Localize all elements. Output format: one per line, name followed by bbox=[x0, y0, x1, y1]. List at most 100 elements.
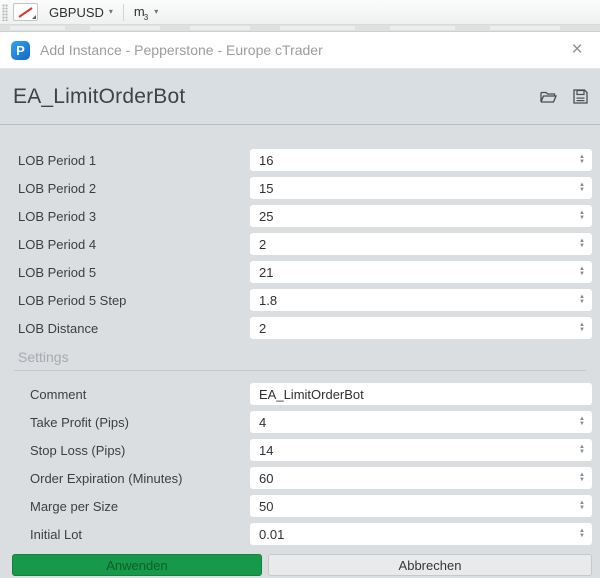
parameter-input-wrap: ▲ ▼ bbox=[250, 205, 592, 227]
save-icon[interactable] bbox=[568, 86, 592, 108]
stepper-down-icon[interactable]: ▼ bbox=[579, 243, 585, 249]
parameter-input[interactable] bbox=[250, 261, 592, 283]
chevron-down-icon: ▾ bbox=[108, 7, 113, 16]
parameter-input[interactable] bbox=[250, 383, 592, 405]
bot-header: EA_LimitOrderBot bbox=[0, 69, 600, 125]
parameter-label: Comment bbox=[30, 386, 87, 402]
parameter-input[interactable] bbox=[250, 467, 592, 489]
parameter-label: LOB Period 2 bbox=[18, 180, 97, 196]
close-icon[interactable]: × bbox=[562, 35, 592, 65]
dialog-titlebar: P Add Instance - Pepperstone - Europe cT… bbox=[0, 32, 600, 69]
stepper-down-icon[interactable]: ▼ bbox=[579, 449, 585, 455]
trend-line-tool-button[interactable] bbox=[13, 3, 38, 21]
stepper-down-icon[interactable]: ▼ bbox=[579, 187, 585, 193]
value-stepper[interactable]: ▲ ▼ bbox=[575, 440, 589, 460]
parameter-label: LOB Period 4 bbox=[18, 236, 97, 252]
parameter-input-wrap: ▲ ▼ bbox=[250, 411, 592, 433]
parameter-input[interactable] bbox=[250, 205, 592, 227]
parameter-input-wrap: ▲ ▼ bbox=[250, 495, 592, 517]
value-stepper[interactable]: ▲ ▼ bbox=[575, 206, 589, 226]
screen: GBPUSD ▾ m3 ▾ P Add Instance - Peppersto… bbox=[0, 0, 600, 578]
chart-scrollbar[interactable] bbox=[0, 25, 600, 32]
chevron-down-icon: ▾ bbox=[154, 7, 159, 16]
parameter-row: LOB Distance ▲ ▼ bbox=[0, 314, 600, 342]
parameter-row: Initial Lot ▲ ▼ bbox=[0, 520, 600, 548]
timeframe-selector[interactable]: m3 ▾ bbox=[130, 1, 162, 23]
parameter-input[interactable] bbox=[250, 233, 592, 255]
parameter-input-wrap: ▲ ▼ bbox=[250, 523, 592, 545]
parameter-input[interactable] bbox=[250, 317, 592, 339]
parameter-input[interactable] bbox=[250, 149, 592, 171]
parameter-label: LOB Period 1 bbox=[18, 152, 97, 168]
apply-button[interactable]: Anwenden bbox=[12, 554, 262, 576]
settings-section-header: Settings bbox=[0, 349, 600, 371]
parameter-input[interactable] bbox=[250, 439, 592, 461]
toolbar-separator bbox=[122, 3, 124, 21]
stepper-down-icon[interactable]: ▼ bbox=[579, 327, 585, 333]
parameter-input-wrap: ▲ ▼ bbox=[250, 317, 592, 339]
value-stepper[interactable]: ▲ ▼ bbox=[575, 262, 589, 282]
settings-section-title: Settings bbox=[18, 349, 69, 365]
settings-rows: Comment Take Profit (Pips) ▲ ▼ Stop Loss… bbox=[0, 380, 600, 548]
parameter-input-wrap: ▲ ▼ bbox=[250, 439, 592, 461]
chart-toolbar: GBPUSD ▾ m3 ▾ bbox=[0, 0, 600, 25]
value-stepper[interactable]: ▲ ▼ bbox=[575, 150, 589, 170]
parameter-input[interactable] bbox=[250, 177, 592, 199]
parameter-row: Comment bbox=[0, 380, 600, 408]
parameter-row: LOB Period 1 ▲ ▼ bbox=[0, 146, 600, 174]
parameter-input-wrap bbox=[250, 383, 592, 405]
stepper-down-icon[interactable]: ▼ bbox=[579, 215, 585, 221]
value-stepper[interactable]: ▲ ▼ bbox=[575, 524, 589, 544]
open-folder-icon[interactable] bbox=[536, 86, 560, 108]
parameter-input[interactable] bbox=[250, 523, 592, 545]
parameter-input-wrap: ▲ ▼ bbox=[250, 467, 592, 489]
symbol-label: GBPUSD bbox=[49, 4, 104, 20]
parameter-input[interactable] bbox=[250, 289, 592, 311]
parameter-input-wrap: ▲ ▼ bbox=[250, 233, 592, 255]
toolbar-drag-handle[interactable] bbox=[2, 3, 8, 21]
parameter-row: Stop Loss (Pips) ▲ ▼ bbox=[0, 436, 600, 464]
cancel-button[interactable]: Abbrechen bbox=[268, 554, 592, 576]
parameter-row: Take Profit (Pips) ▲ ▼ bbox=[0, 408, 600, 436]
value-stepper[interactable]: ▲ ▼ bbox=[575, 496, 589, 516]
dialog-title: Add Instance - Pepperstone - Europe cTra… bbox=[40, 42, 323, 58]
value-stepper[interactable]: ▲ ▼ bbox=[575, 318, 589, 338]
value-stepper[interactable]: ▲ ▼ bbox=[575, 468, 589, 488]
stepper-down-icon[interactable]: ▼ bbox=[579, 505, 585, 511]
parameter-input[interactable] bbox=[250, 495, 592, 517]
stepper-down-icon[interactable]: ▼ bbox=[579, 271, 585, 277]
parameter-input-wrap: ▲ ▼ bbox=[250, 149, 592, 171]
timeframe-sub-label: 3 bbox=[143, 13, 149, 22]
parameter-label: Initial Lot bbox=[30, 526, 83, 542]
parameter-input-wrap: ▲ ▼ bbox=[250, 289, 592, 311]
parameter-row: Order Expiration (Minutes) ▲ ▼ bbox=[0, 464, 600, 492]
parameter-row: LOB Period 3 ▲ ▼ bbox=[0, 202, 600, 230]
parameter-row: LOB Period 5 ▲ ▼ bbox=[0, 258, 600, 286]
parameter-row: LOB Period 2 ▲ ▼ bbox=[0, 174, 600, 202]
parameter-input-wrap: ▲ ▼ bbox=[250, 261, 592, 283]
dialog-buttons: Anwenden Abbrechen bbox=[12, 554, 592, 576]
value-stepper[interactable]: ▲ ▼ bbox=[575, 290, 589, 310]
parameter-label: LOB Distance bbox=[18, 320, 99, 336]
value-stepper[interactable]: ▲ ▼ bbox=[575, 178, 589, 198]
parameter-label: Order Expiration (Minutes) bbox=[30, 470, 183, 486]
parameter-row: LOB Period 5 Step ▲ ▼ bbox=[0, 286, 600, 314]
stepper-down-icon[interactable]: ▼ bbox=[579, 159, 585, 165]
stepper-down-icon[interactable]: ▼ bbox=[579, 533, 585, 539]
parameter-label: LOB Period 3 bbox=[18, 208, 97, 224]
stepper-down-icon[interactable]: ▼ bbox=[579, 299, 585, 305]
bot-name-title: EA_LimitOrderBot bbox=[13, 84, 186, 108]
ctrader-logo-icon: P bbox=[11, 40, 30, 60]
parameter-row: Marge per Size ▲ ▼ bbox=[0, 492, 600, 520]
stepper-down-icon[interactable]: ▼ bbox=[579, 421, 585, 427]
parameter-row: LOB Period 4 ▲ ▼ bbox=[0, 230, 600, 258]
value-stepper[interactable]: ▲ ▼ bbox=[575, 234, 589, 254]
parameter-label: Take Profit (Pips) bbox=[30, 414, 129, 430]
parameter-label: LOB Period 5 bbox=[18, 264, 97, 280]
symbol-selector[interactable]: GBPUSD ▾ bbox=[45, 3, 117, 22]
value-stepper[interactable]: ▲ ▼ bbox=[575, 412, 589, 432]
parameter-label: Stop Loss (Pips) bbox=[30, 442, 126, 458]
stepper-down-icon[interactable]: ▼ bbox=[579, 477, 585, 483]
parameter-label: LOB Period 5 Step bbox=[18, 292, 127, 308]
parameter-input[interactable] bbox=[250, 411, 592, 433]
